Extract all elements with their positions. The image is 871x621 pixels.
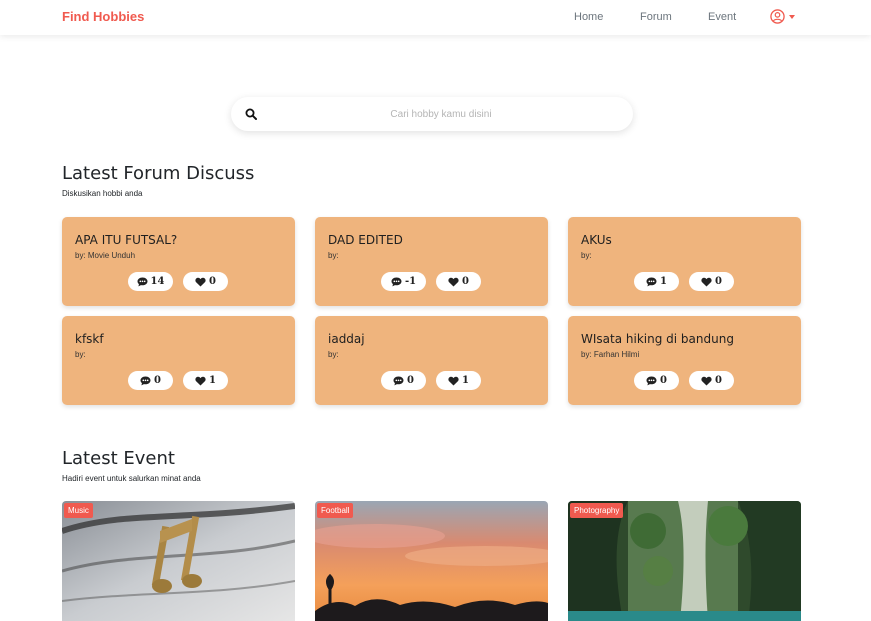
navbar: Find Hobbies Home Forum Event bbox=[0, 0, 871, 35]
forum-card-author: by: Movie Unduh bbox=[75, 251, 136, 260]
forum-card[interactable]: AKUs by: 1 0 bbox=[568, 217, 801, 306]
forum-card-author: by: bbox=[75, 350, 86, 359]
search-input[interactable] bbox=[271, 97, 611, 131]
event-category-badge: Photography bbox=[570, 503, 624, 518]
forum-card-author: by: bbox=[328, 251, 339, 260]
forum-card-title: kfskf bbox=[75, 332, 104, 346]
comment-icon bbox=[646, 375, 657, 385]
user-menu-button[interactable] bbox=[770, 9, 800, 27]
forum-card[interactable]: iaddaj by: 0 1 bbox=[315, 316, 548, 405]
comment-icon bbox=[391, 276, 402, 286]
comment-icon bbox=[137, 276, 148, 286]
forum-card-author: by: bbox=[581, 251, 592, 260]
comment-count-button[interactable]: 0 bbox=[381, 371, 426, 390]
heart-icon bbox=[448, 277, 459, 287]
nav-forum[interactable]: Forum bbox=[640, 11, 672, 23]
comment-count: -1 bbox=[404, 276, 417, 287]
comment-count-button[interactable]: 0 bbox=[128, 371, 173, 390]
brand-logo[interactable]: Find Hobbies bbox=[62, 9, 144, 24]
event-section-title: Latest Event bbox=[62, 448, 175, 469]
forum-card[interactable]: APA ITU FUTSAL? by: Movie Unduh 14 0 bbox=[62, 217, 295, 306]
comment-icon bbox=[140, 375, 151, 385]
like-count: 0 bbox=[462, 276, 469, 287]
forum-card-title: DAD EDITED bbox=[328, 233, 403, 247]
like-count-button[interactable]: 1 bbox=[436, 371, 481, 390]
forum-card-author: by: bbox=[328, 350, 339, 359]
comment-icon bbox=[393, 375, 404, 385]
forum-card-author: by: Farhan Hilmi bbox=[581, 350, 640, 359]
like-count: 1 bbox=[209, 375, 216, 386]
like-count: 1 bbox=[462, 375, 469, 386]
like-count-button[interactable]: 0 bbox=[436, 272, 481, 291]
comment-count: 14 bbox=[150, 276, 165, 287]
heart-icon bbox=[195, 376, 206, 386]
event-section-subtitle: Hadiri event untuk salurkan minat anda bbox=[62, 474, 201, 483]
comment-count-button[interactable]: 1 bbox=[634, 272, 679, 291]
heart-icon bbox=[701, 277, 712, 287]
search-bar bbox=[231, 97, 633, 131]
event-card-football[interactable]: Football bbox=[315, 501, 548, 621]
comment-count-button[interactable]: -1 bbox=[381, 272, 426, 291]
comment-count-button[interactable]: 14 bbox=[128, 272, 173, 291]
user-circle-icon bbox=[770, 9, 785, 24]
comment-count-button[interactable]: 0 bbox=[634, 371, 679, 390]
forum-card-title: WIsata hiking di bandung bbox=[581, 332, 734, 346]
forum-card-title: iaddaj bbox=[328, 332, 365, 346]
comment-icon bbox=[646, 276, 657, 286]
forum-card[interactable]: kfskf by: 0 1 bbox=[62, 316, 295, 405]
like-count: 0 bbox=[209, 276, 216, 287]
comment-count: 0 bbox=[407, 375, 414, 386]
like-count-button[interactable]: 0 bbox=[689, 272, 734, 291]
event-card-music[interactable]: Music bbox=[62, 501, 295, 621]
search-icon[interactable] bbox=[245, 108, 257, 120]
comment-count: 1 bbox=[660, 276, 667, 287]
waterfall-cave-image bbox=[568, 501, 801, 621]
caret-down-icon bbox=[789, 15, 795, 19]
forum-section-subtitle: Diskusikan hobbi anda bbox=[62, 189, 143, 198]
like-count-button[interactable]: 0 bbox=[183, 272, 228, 291]
event-category-badge: Football bbox=[317, 503, 354, 518]
comment-count: 0 bbox=[660, 375, 667, 386]
like-count-button[interactable]: 1 bbox=[183, 371, 228, 390]
forum-section-title: Latest Forum Discuss bbox=[62, 163, 255, 184]
music-notes-image bbox=[62, 501, 295, 621]
forum-card[interactable]: DAD EDITED by: -1 0 bbox=[315, 217, 548, 306]
forum-card-title: APA ITU FUTSAL? bbox=[75, 233, 178, 247]
forum-card-title: AKUs bbox=[581, 233, 612, 247]
nav-home[interactable]: Home bbox=[574, 11, 603, 23]
forum-card[interactable]: WIsata hiking di bandung by: Farhan Hilmi… bbox=[568, 316, 801, 405]
heart-icon bbox=[701, 376, 712, 386]
like-count: 0 bbox=[715, 375, 722, 386]
sunset-image bbox=[315, 501, 548, 621]
heart-icon bbox=[195, 277, 206, 287]
nav-event[interactable]: Event bbox=[708, 11, 736, 23]
event-card-photography[interactable]: Photography bbox=[568, 501, 801, 621]
like-count: 0 bbox=[715, 276, 722, 287]
like-count-button[interactable]: 0 bbox=[689, 371, 734, 390]
comment-count: 0 bbox=[154, 375, 161, 386]
heart-icon bbox=[448, 376, 459, 386]
event-category-badge: Music bbox=[64, 503, 93, 518]
